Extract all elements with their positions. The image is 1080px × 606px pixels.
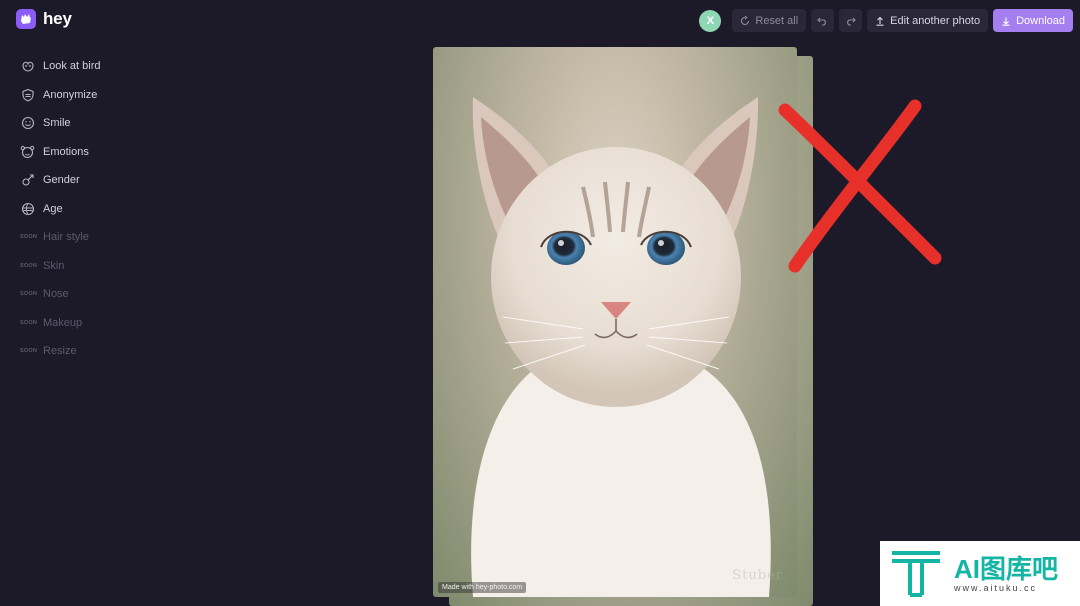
sidebar-item-label: Emotions bbox=[43, 145, 89, 158]
cat-photo bbox=[471, 97, 771, 597]
sidebar-item-label: Anonymize bbox=[43, 88, 98, 101]
aituku-title: AI图库吧 bbox=[954, 553, 1059, 584]
gender-icon bbox=[20, 173, 35, 188]
sidebar-item-gender[interactable]: Gender bbox=[20, 166, 180, 195]
soon-badge: SOON bbox=[20, 234, 37, 241]
hand-logo-icon bbox=[16, 9, 36, 29]
soon-badge: SOON bbox=[20, 348, 37, 355]
aituku-logo-icon bbox=[892, 550, 940, 597]
watermark-label: Made with hey-photo.com bbox=[438, 582, 527, 593]
red-x-mark bbox=[778, 99, 942, 273]
reset-icon bbox=[741, 15, 750, 25]
download-label: Download bbox=[1016, 14, 1065, 27]
soon-badge: SOON bbox=[20, 262, 37, 269]
sidebar-item-label: Makeup bbox=[43, 316, 83, 329]
sidebar-item-label: Age bbox=[43, 202, 63, 215]
redo-button[interactable] bbox=[839, 9, 863, 32]
sidebar-item-makeup: SOON Makeup bbox=[20, 309, 180, 338]
shield-icon bbox=[20, 87, 35, 102]
sidebar-item-smile[interactable]: Smile bbox=[20, 109, 180, 138]
sidebar-item-label: Hair style bbox=[43, 231, 89, 244]
sidebar-item-look-at-bird[interactable]: Look at bird bbox=[20, 52, 180, 81]
emotion-icon bbox=[20, 144, 35, 159]
sidebar-item-resize: SOON Resize bbox=[20, 337, 180, 366]
edit-another-photo-button[interactable]: Edit another photo bbox=[867, 9, 989, 32]
top-toolbar: X Reset all Edit another photo Download bbox=[699, 9, 1073, 32]
reset-all-button[interactable]: Reset all bbox=[732, 9, 807, 32]
edit-options-sidebar: Look at bird Anonymize Smile Emotions Ge… bbox=[20, 52, 180, 366]
sidebar-item-label: Look at bird bbox=[43, 60, 101, 73]
aituku-text: AI图库吧 www.aituku.cc bbox=[954, 555, 1058, 593]
brand-name-hey: hey bbox=[43, 9, 72, 28]
brand-logo[interactable]: heyphoto bbox=[16, 9, 813, 606]
undo-button[interactable] bbox=[811, 9, 835, 32]
brand-name: heyphoto bbox=[43, 9, 813, 606]
upload-icon bbox=[876, 16, 884, 26]
age-icon bbox=[20, 201, 35, 216]
avatar[interactable]: X bbox=[699, 9, 722, 32]
sidebar-item-label: Nose bbox=[43, 288, 69, 301]
sidebar-item-age[interactable]: Age bbox=[20, 195, 180, 224]
aituku-url: www.aituku.cc bbox=[954, 582, 1038, 593]
sidebar-item-hair-style: SOON Hair style bbox=[20, 223, 180, 252]
download-icon bbox=[1002, 17, 1010, 26]
smile-icon bbox=[20, 116, 35, 131]
photo-canvas[interactable]: Stuber Made with hey-photo.com bbox=[433, 47, 797, 597]
bird-icon bbox=[20, 59, 35, 74]
sidebar-item-label: Smile bbox=[43, 117, 71, 130]
undo-icon bbox=[817, 17, 827, 26]
soon-badge: SOON bbox=[20, 319, 37, 326]
app-window: heyphoto X Reset all Edit another photo … bbox=[0, 0, 1080, 606]
soon-badge: SOON bbox=[20, 291, 37, 298]
edit-another-photo-label: Edit another photo bbox=[890, 14, 981, 27]
sidebar-item-anonymize[interactable]: Anonymize bbox=[20, 81, 180, 110]
sidebar-item-label: Gender bbox=[43, 174, 80, 187]
sidebar-item-nose: SOON Nose bbox=[20, 280, 180, 309]
sidebar-item-skin: SOON Skin bbox=[20, 252, 180, 281]
sidebar-item-emotions[interactable]: Emotions bbox=[20, 138, 180, 167]
sidebar-item-label: Resize bbox=[43, 345, 77, 358]
aituku-logo: AI图库吧 www.aituku.cc bbox=[880, 541, 1080, 606]
download-button[interactable]: Download bbox=[993, 9, 1073, 32]
reset-all-label: Reset all bbox=[755, 14, 799, 27]
sidebar-item-label: Skin bbox=[43, 259, 65, 272]
photographer-signature: Stuber bbox=[732, 568, 783, 583]
redo-icon bbox=[847, 17, 856, 26]
